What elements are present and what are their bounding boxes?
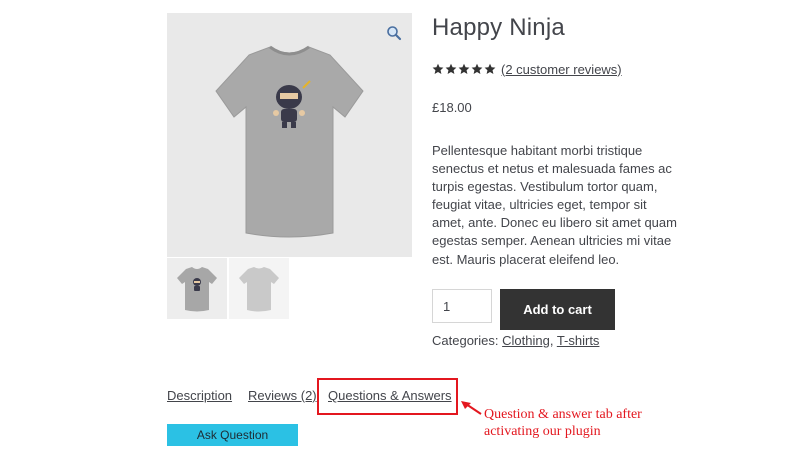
star-icon bbox=[458, 63, 470, 74]
category-separator: , bbox=[549, 333, 557, 348]
product-categories: Categories: Clothing, T-shirts bbox=[432, 333, 599, 348]
annotation-text: Question & answer tab after activating o… bbox=[484, 406, 642, 440]
star-icon bbox=[432, 63, 444, 74]
star-icon bbox=[445, 63, 457, 74]
quantity-input[interactable]: 1 bbox=[432, 289, 492, 323]
quantity-value: 1 bbox=[443, 298, 451, 314]
star-icon bbox=[471, 63, 483, 74]
annotation-highlight-box bbox=[317, 378, 458, 415]
gallery-thumbnail[interactable] bbox=[229, 258, 289, 319]
product-rating: (2 customer reviews) bbox=[432, 60, 622, 78]
annotation-line-1: Question & answer tab after bbox=[484, 407, 642, 422]
annotation-arrow-icon bbox=[461, 401, 482, 415]
tab-reviews[interactable]: Reviews (2) bbox=[248, 388, 317, 403]
tab-description[interactable]: Description bbox=[167, 388, 232, 403]
customer-reviews-link[interactable]: (2 customer reviews) bbox=[501, 62, 622, 77]
tshirt-back-thumbnail-image bbox=[239, 267, 279, 312]
product-title: Happy Ninja bbox=[432, 14, 565, 41]
star-icon bbox=[484, 63, 496, 74]
gallery-thumbnail[interactable] bbox=[167, 258, 227, 319]
category-link-tshirts[interactable]: T-shirts bbox=[557, 333, 600, 348]
product-price: £18.00 bbox=[432, 100, 472, 115]
magnifier-icon[interactable] bbox=[386, 25, 402, 41]
add-to-cart-button[interactable]: Add to cart bbox=[500, 289, 615, 330]
tshirt-image bbox=[167, 13, 412, 257]
categories-label: Categories: bbox=[432, 333, 499, 348]
product-description: Pellentesque habitant morbi tristique se… bbox=[432, 143, 677, 267]
annotation-line-2: activating our plugin bbox=[484, 424, 601, 439]
star-rating bbox=[432, 63, 496, 75]
category-link-clothing[interactable]: Clothing bbox=[502, 333, 550, 348]
ask-question-button[interactable]: Ask Question bbox=[167, 424, 298, 446]
tshirt-thumbnail-image bbox=[177, 267, 217, 312]
product-main-image[interactable] bbox=[167, 13, 412, 257]
